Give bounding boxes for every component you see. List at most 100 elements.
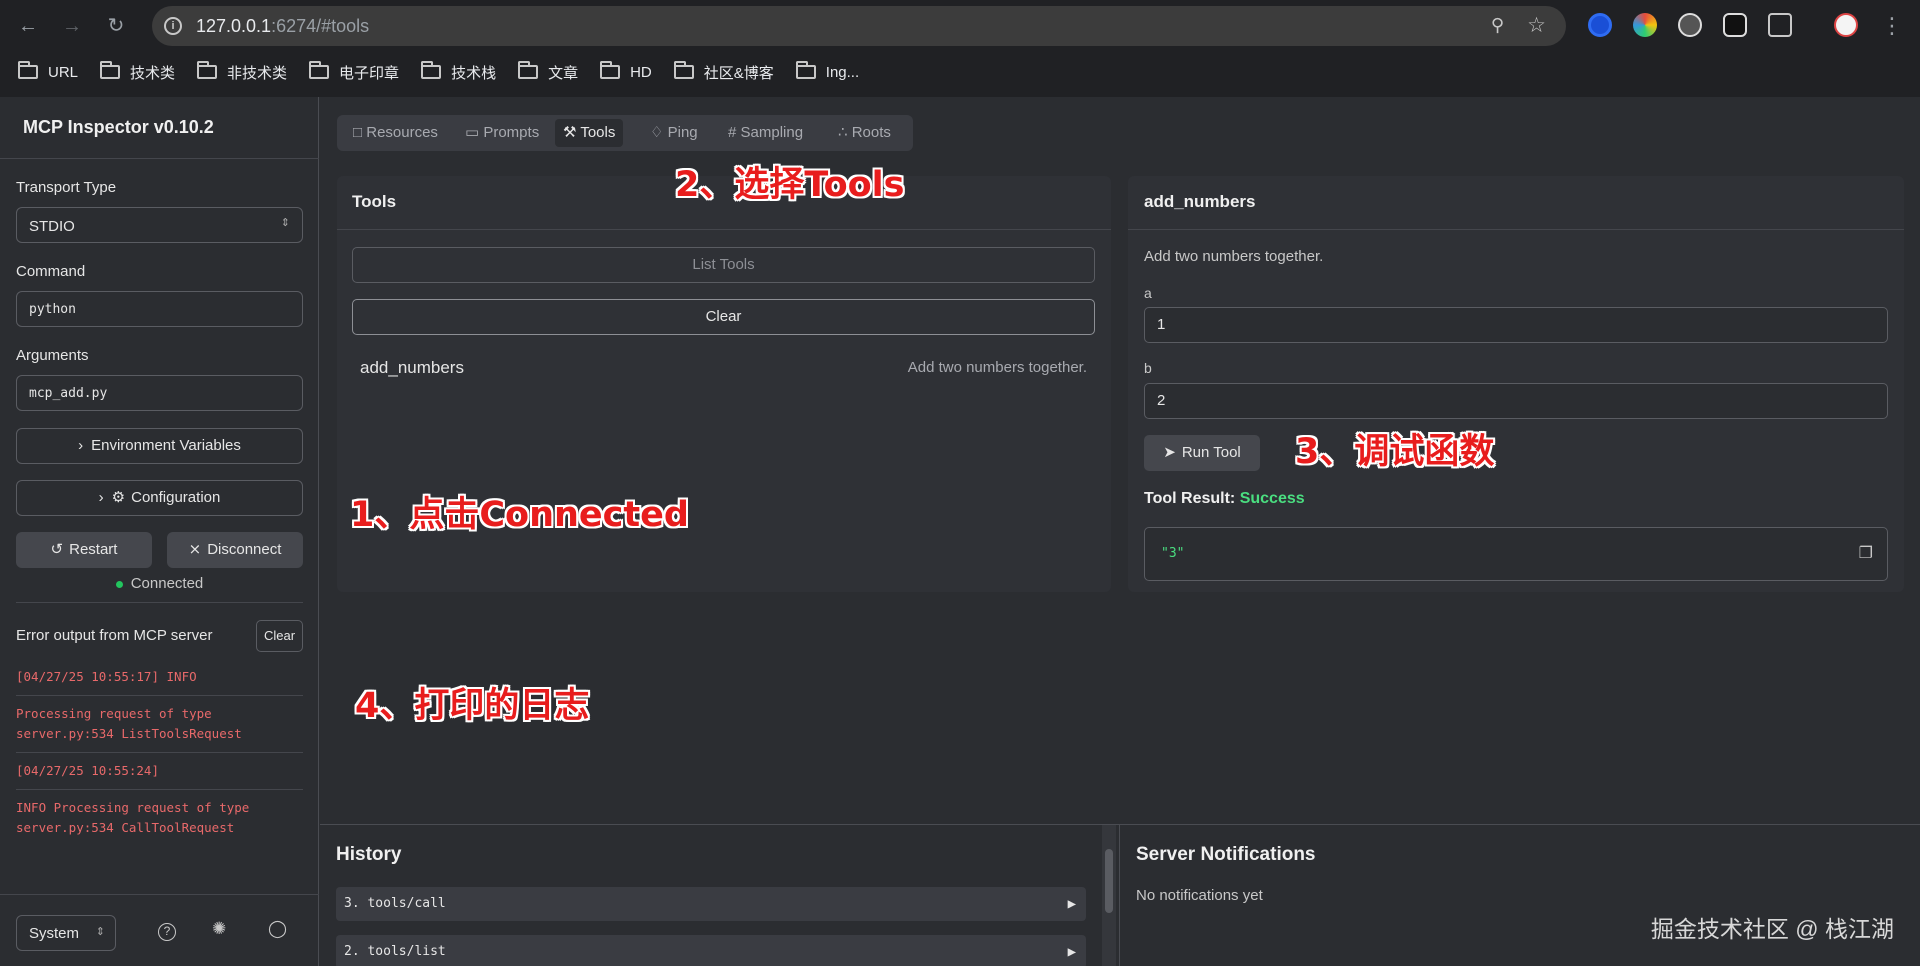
restart-button[interactable]: ↺ Restart <box>16 532 152 568</box>
history-item-label: 3. tools/call <box>344 896 446 911</box>
bookmarks-bar: URL 技术类 非技术类 电子印章 技术栈 文章 HD 社区&博客 Ing... <box>18 60 881 84</box>
divider <box>16 752 303 753</box>
param-a-label: a <box>1144 285 1152 301</box>
disconnect-button[interactable]: ⨯ Disconnect <box>167 532 303 568</box>
divider <box>16 695 303 696</box>
detail-description: Add two numbers together. <box>1144 248 1324 265</box>
result-value: "3" <box>1161 546 1185 561</box>
play-icon[interactable]: ▶ <box>1068 887 1076 921</box>
bookmark-star-icon[interactable]: ☆ <box>1527 13 1546 38</box>
folder-icon <box>100 61 121 79</box>
copy-icon[interactable]: ❐ <box>1859 543 1873 563</box>
param-a-input[interactable]: 1 <box>1144 307 1888 343</box>
hammer-icon: ⚒ <box>563 124 581 141</box>
history-title: History <box>336 844 402 865</box>
browser-chrome: ← → ↻ i 127.0.0.1:6274/#tools ⚲ ☆ ⋮ URL … <box>0 0 1920 97</box>
zoom-icon[interactable]: ⚲ <box>1491 15 1504 36</box>
tab-roots[interactable]: ∴ Roots <box>830 119 899 147</box>
chevron-right-icon: › <box>78 437 84 454</box>
folder-icon <box>673 61 694 79</box>
tab-sampling[interactable]: # Sampling <box>720 119 811 147</box>
log-entry: [04/27/25 10:55:24] <box>16 763 159 778</box>
result-label: Tool Result: <box>1144 490 1236 507</box>
history-item[interactable]: 3. tools/call ▶ <box>336 887 1086 921</box>
arguments-input[interactable]: mcp_add.py <box>16 375 303 411</box>
divider <box>0 894 319 895</box>
transport-select[interactable]: STDIO ⇕ <box>16 207 303 243</box>
extension-color-icon[interactable] <box>1633 13 1657 37</box>
app-title: MCP Inspector v0.10.2 <box>23 117 214 137</box>
log-entry: INFO Processing request of type server.p… <box>16 800 250 835</box>
bookmark-folder[interactable]: 技术栈 <box>421 60 496 84</box>
site-info-icon[interactable]: i <box>164 17 182 35</box>
bookmark-folder[interactable]: 电子印章 <box>309 60 399 84</box>
transport-value: STDIO <box>29 218 75 235</box>
theme-select[interactable]: System ⇕ <box>16 915 116 951</box>
scrollbar[interactable] <box>1102 825 1116 966</box>
param-b-input[interactable]: 2 <box>1144 383 1888 419</box>
tab-tools[interactable]: ⚒ Tools <box>555 119 624 147</box>
configuration-button[interactable]: › ⚙ Configuration <box>16 480 303 516</box>
folder-icon <box>197 61 218 79</box>
tab-ping[interactable]: ♢ Ping <box>642 119 706 147</box>
environment-variables-button[interactable]: › Environment Variables <box>16 428 303 464</box>
github-icon[interactable]: ◯ <box>268 919 287 939</box>
back-icon[interactable]: ← <box>14 12 42 40</box>
status-text: Connected <box>130 575 204 592</box>
transport-label: Transport Type <box>16 179 117 196</box>
url-host: 127.0.0.1 <box>196 16 272 36</box>
command-label: Command <box>16 263 86 280</box>
watermark: 掘金技术社区 @ 栈江湖 <box>1650 916 1894 942</box>
profile-avatar[interactable] <box>1834 13 1858 37</box>
bookmark-folder[interactable]: 社区&博客 <box>673 60 774 84</box>
log-entry: [04/27/25 10:55:17] INFO <box>16 669 197 684</box>
divider <box>337 229 1111 230</box>
folder-icon <box>518 61 539 79</box>
chevron-updown-icon: ⇕ <box>95 926 105 938</box>
result-status: Success <box>1239 490 1305 507</box>
scrollbar-thumb[interactable] <box>1105 849 1113 913</box>
notifications-title: Server Notifications <box>1136 844 1316 865</box>
address-bar[interactable]: i 127.0.0.1:6274/#tools ⚲ ☆ <box>152 6 1566 46</box>
disconnect-label: Disconnect <box>207 541 282 558</box>
command-input[interactable]: python <box>16 291 303 327</box>
menu-kebab-icon[interactable]: ⋮ <box>1878 12 1906 40</box>
tool-name: add_numbers <box>360 358 464 377</box>
forward-icon[interactable]: → <box>58 12 86 40</box>
bug-icon[interactable]: ✺ <box>212 919 226 939</box>
status-dot <box>115 580 123 588</box>
send-icon: ➤ <box>1163 444 1176 461</box>
bookmark-folder[interactable]: 技术类 <box>100 60 175 84</box>
tool-detail-panel: add_numbers Add two numbers together. a … <box>1128 176 1904 592</box>
extension-face-icon[interactable] <box>1723 13 1747 37</box>
bookmark-folder[interactable]: URL <box>18 60 78 84</box>
run-tool-button[interactable]: ➤ Run Tool <box>1144 435 1260 471</box>
tool-list-item[interactable]: add_numbers Add two numbers together. <box>352 348 1095 388</box>
env-button-label: Environment Variables <box>91 437 241 454</box>
extension-glasses-icon[interactable] <box>1678 13 1702 37</box>
annotation-step4: 4、打印的日志 <box>355 686 590 726</box>
play-icon[interactable]: ▶ <box>1068 935 1076 966</box>
help-icon[interactable]: ? <box>158 923 176 941</box>
extensions-puzzle-icon[interactable] <box>1768 13 1792 37</box>
divider <box>16 602 303 603</box>
restart-icon: ↺ <box>50 541 64 558</box>
bookmark-folder[interactable]: Ing... <box>795 60 859 84</box>
detail-title: add_numbers <box>1144 192 1256 211</box>
reload-icon[interactable]: ↻ <box>102 12 130 40</box>
url-path: :6274/#tools <box>271 16 370 36</box>
bookmark-folder[interactable]: 文章 <box>518 60 578 84</box>
list-tools-button[interactable]: List Tools <box>352 247 1095 283</box>
folder-icon <box>795 61 816 79</box>
bookmark-folder[interactable]: HD <box>600 60 652 84</box>
divider <box>0 158 319 159</box>
arguments-label: Arguments <box>16 347 89 364</box>
extension-icon[interactable] <box>1588 13 1612 37</box>
tab-resources[interactable]: □ Resources <box>345 119 446 147</box>
bookmark-folder[interactable]: 非技术类 <box>197 60 287 84</box>
notifications-empty: No notifications yet <box>1136 887 1263 904</box>
clear-log-button[interactable]: Clear <box>256 620 303 652</box>
history-item[interactable]: 2. tools/list ▶ <box>336 935 1086 966</box>
clear-tools-button[interactable]: Clear <box>352 299 1095 335</box>
tab-prompts[interactable]: ▭ Prompts <box>457 119 547 147</box>
